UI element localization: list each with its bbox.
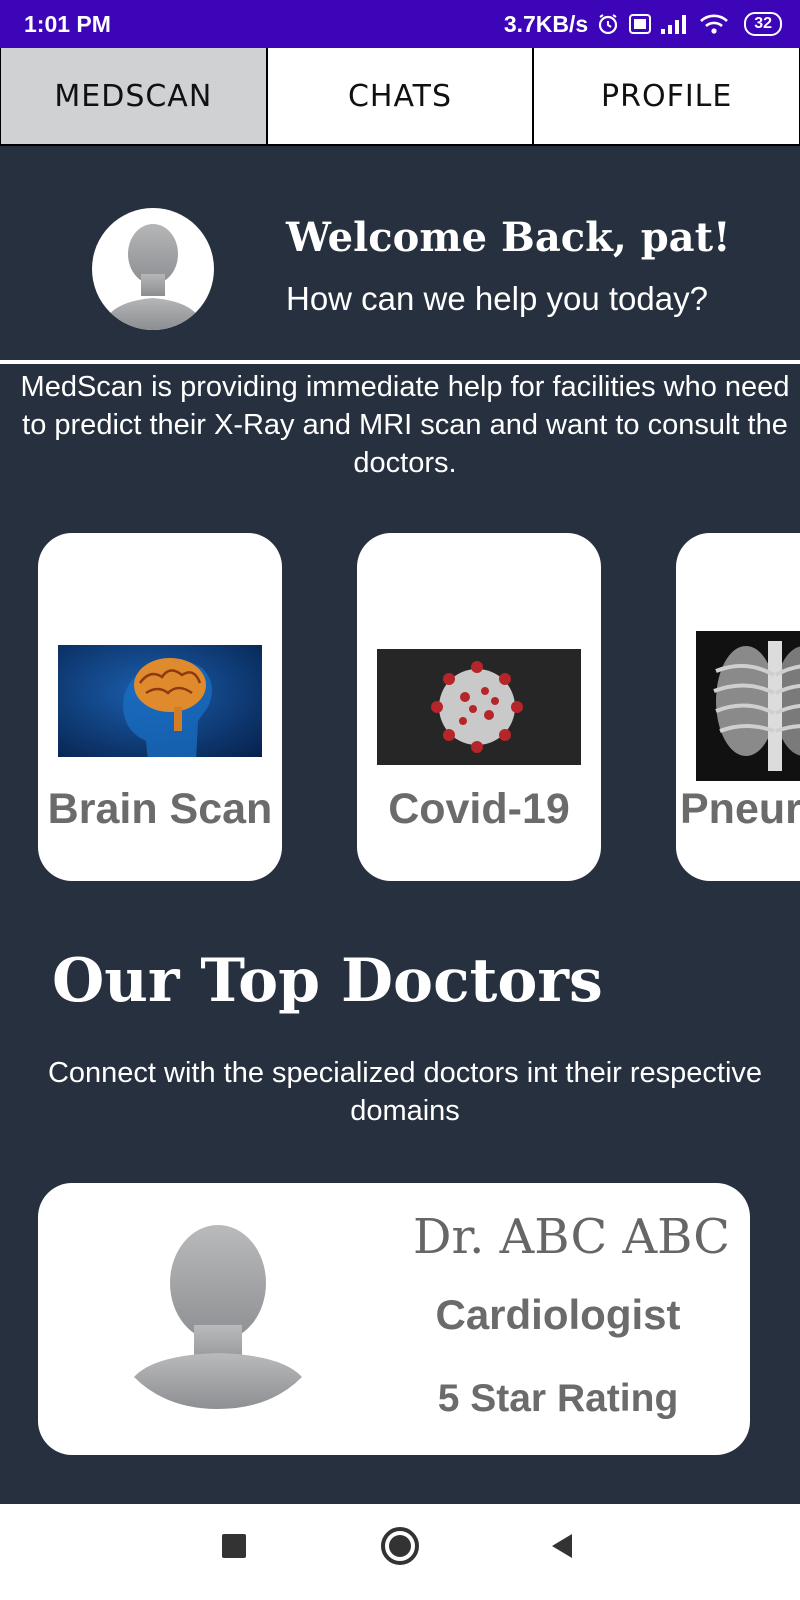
circle-icon (381, 1527, 419, 1565)
tab-chats[interactable]: CHATS (267, 48, 533, 144)
covid-virus-image (377, 649, 581, 765)
section-subtitle: Connect with the specialized doctors int… (47, 1057, 763, 1127)
scan-carousel[interactable]: Brain Scan Covid-19 Pneur (0, 533, 800, 881)
intro-text: MedScan is providing immediate help for … (20, 371, 790, 479)
tab-profile[interactable]: PROFILE (534, 48, 800, 144)
signal-icon (660, 13, 690, 35)
battery-icon: 32 (744, 12, 782, 36)
alarm-icon (596, 12, 620, 36)
divider (0, 360, 800, 364)
status-icons: 3.7KB/s 32 (504, 11, 782, 38)
scan-card-pneumonia[interactable]: Pneur (676, 533, 800, 881)
scan-card-brain[interactable]: Brain Scan (38, 533, 282, 881)
scan-label-brain: Brain Scan (47, 785, 273, 833)
doctor-rating: 5 Star Rating (437, 1377, 679, 1420)
doctor-specialty: Cardiologist (435, 1291, 681, 1338)
status-time: 1:01 PM (24, 10, 111, 37)
back-triangle-icon (552, 1534, 572, 1558)
back-button[interactable] (548, 1532, 576, 1565)
tab-bar: MEDSCAN CHATS PROFILE (0, 48, 800, 146)
user-avatar[interactable] (92, 208, 214, 330)
wifi-icon (698, 12, 730, 36)
doctor-name: Dr. ABC ABC (412, 1209, 730, 1265)
section-title: Our Top Doctors (52, 946, 603, 1016)
scan-card-covid[interactable]: Covid-19 (357, 533, 601, 881)
status-bar: 1:01 PM 3.7KB/s 32 (0, 0, 800, 48)
doctor-avatar (130, 1207, 306, 1417)
network-speed: 3.7KB/s (503, 10, 589, 37)
recents-button[interactable] (220, 1532, 248, 1565)
system-nav-bar (0, 1504, 800, 1600)
home-button[interactable] (380, 1526, 420, 1571)
scan-label-pneumonia: Pneur (680, 785, 800, 833)
person-silhouette-icon (102, 224, 204, 330)
welcome-subtitle: How can we help you today? (286, 280, 708, 317)
person-silhouette-icon (134, 1225, 302, 1409)
welcome-title: Welcome Back, pat! (286, 214, 731, 261)
brain-scan-image (58, 645, 262, 761)
volte-icon (628, 12, 652, 36)
tab-medscan[interactable]: MEDSCAN (1, 48, 266, 144)
scan-label-covid: Covid-19 (388, 785, 570, 833)
square-icon (222, 1534, 246, 1558)
doctor-card[interactable]: Dr. ABC ABC Cardiologist 5 Star Rating (38, 1183, 750, 1455)
chest-xray-image (696, 631, 800, 781)
